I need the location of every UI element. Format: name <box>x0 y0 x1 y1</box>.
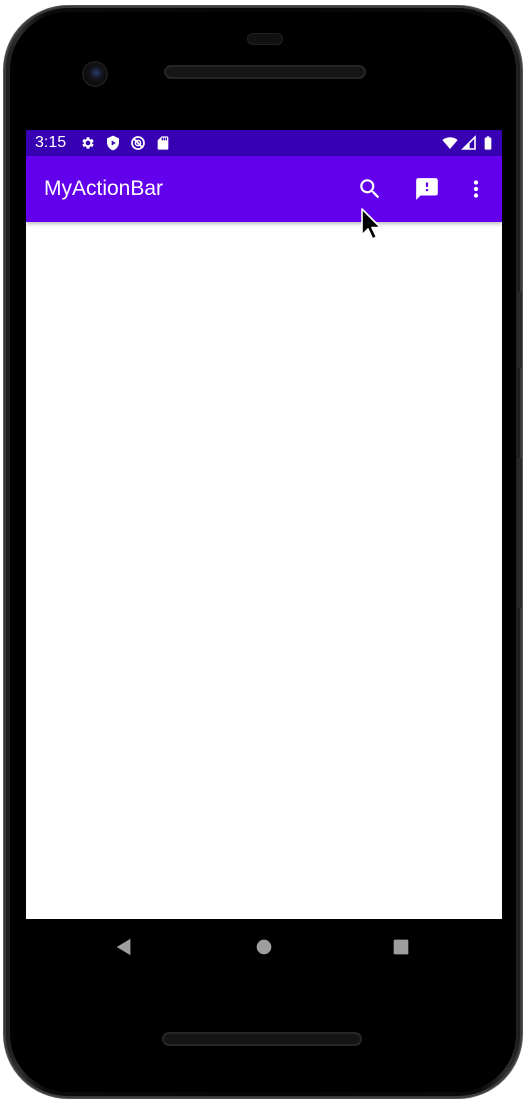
search-icon[interactable] <box>357 176 383 202</box>
volume-button <box>517 458 522 608</box>
overflow-menu-icon[interactable] <box>463 176 489 202</box>
device-screen: 3:15 MyActionBar <box>26 130 502 976</box>
feedback-icon[interactable] <box>414 176 440 202</box>
home-icon[interactable] <box>253 936 275 958</box>
no-sync-icon <box>131 136 145 150</box>
back-icon[interactable] <box>113 936 135 958</box>
navigation-bar <box>26 919 502 976</box>
wifi-icon <box>442 137 458 149</box>
front-camera <box>84 63 106 85</box>
signal-icon <box>461 135 476 150</box>
recents-icon[interactable] <box>390 936 412 958</box>
main-content <box>26 222 502 919</box>
status-bar: 3:15 <box>26 130 502 156</box>
shield-play-icon <box>107 135 119 151</box>
power-button <box>517 292 522 368</box>
proximity-sensor <box>248 34 282 44</box>
app-title: MyActionBar <box>44 177 164 200</box>
battery-icon <box>484 136 492 150</box>
mouse-pointer-icon <box>361 208 382 240</box>
gear-icon <box>82 137 94 149</box>
sd-card-icon <box>157 136 169 150</box>
status-time: 3:15 <box>35 134 67 151</box>
action-bar: MyActionBar <box>26 156 502 222</box>
earpiece-speaker <box>166 67 364 77</box>
bottom-speaker <box>164 1034 360 1044</box>
